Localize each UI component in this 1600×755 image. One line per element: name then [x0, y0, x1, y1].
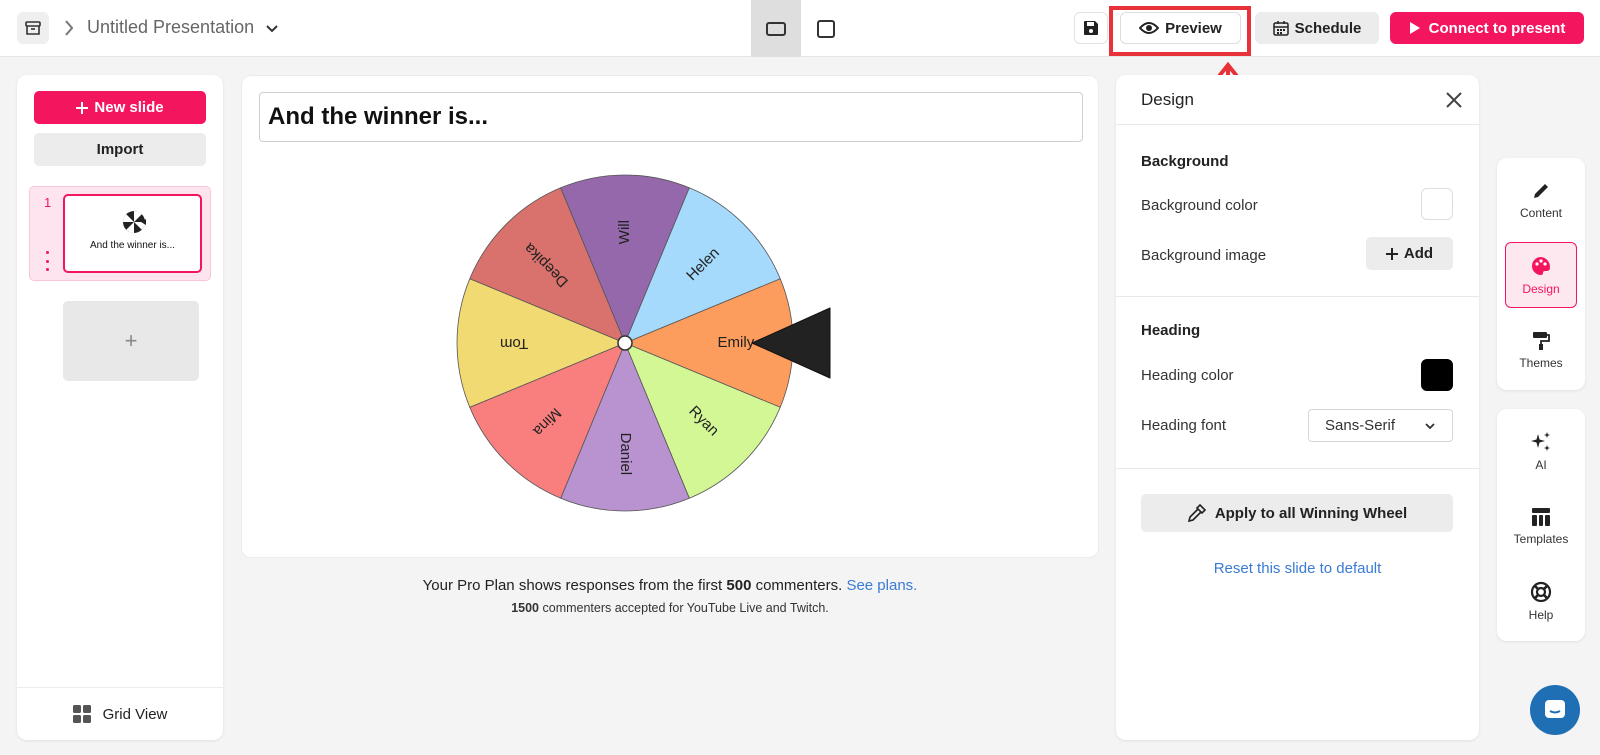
- save-icon: [1084, 21, 1098, 35]
- plan-note-prefix: Your Pro Plan shows responses from the f…: [422, 577, 727, 594]
- lifebuoy-icon: [1530, 581, 1552, 602]
- background-color-swatch[interactable]: [1421, 188, 1453, 220]
- more-options-icon[interactable]: [43, 251, 51, 271]
- connect-to-present-button[interactable]: Connect to present: [1390, 12, 1584, 44]
- heading-font-select[interactable]: Sans-Serif: [1308, 409, 1453, 442]
- slide-item[interactable]: 1 And the winner is...: [29, 186, 211, 281]
- chat-support-button[interactable]: [1530, 685, 1580, 735]
- play-icon: [1409, 22, 1420, 34]
- rail-group-top: Content Design Themes: [1497, 158, 1585, 390]
- chat-icon: [1545, 700, 1565, 718]
- schedule-button[interactable]: Schedule: [1255, 12, 1379, 44]
- top-bar: Untitled Presentation Preview Schedule C…: [0, 0, 1600, 57]
- grid-view-button[interactable]: Grid View: [17, 687, 223, 740]
- save-button[interactable]: [1074, 12, 1108, 44]
- background-color-label: Background color: [1141, 197, 1258, 214]
- rail-design[interactable]: Design: [1505, 242, 1577, 308]
- new-slide-label: New slide: [94, 99, 164, 116]
- rail-content-label: Content: [1519, 205, 1563, 220]
- add-label: Add: [1403, 245, 1434, 262]
- design-panel: Design Background Background color Backg…: [1116, 75, 1479, 740]
- heading-section-title: Heading: [1141, 322, 1201, 339]
- wheel-label-will: Will: [616, 220, 633, 244]
- close-icon[interactable]: [1445, 91, 1463, 109]
- grid-view-label: Grid View: [102, 705, 168, 723]
- schedule-label: Schedule: [1294, 19, 1362, 37]
- divider: [1116, 468, 1479, 469]
- add-slide-button[interactable]: +: [63, 301, 199, 381]
- connect-label: Connect to present: [1428, 19, 1566, 37]
- slide-canvas: And the winner is... Emily Ryan Daniel Mina…: [241, 75, 1099, 558]
- chevron-down-icon: [1425, 422, 1435, 429]
- import-button[interactable]: Import: [34, 133, 206, 166]
- preview-highlight-box: [1109, 6, 1251, 56]
- rail-ai[interactable]: AI: [1505, 418, 1577, 484]
- paint-roller-icon: [1533, 331, 1550, 350]
- eyedropper-icon: [1187, 503, 1206, 523]
- winning-wheel[interactable]: EmilyRyanDanielMinaTomDeepikaWillHelen: [442, 171, 862, 541]
- rail-templates[interactable]: Templates: [1505, 493, 1577, 559]
- plan-sub-text: commenters accepted for YouTube Live and…: [539, 601, 829, 615]
- wheel-label-emily: Emily: [718, 334, 755, 351]
- design-panel-header: Design: [1116, 75, 1479, 125]
- grid-icon: [72, 705, 91, 723]
- pencil-icon: [1534, 183, 1548, 198]
- add-background-image-button[interactable]: Add: [1366, 237, 1453, 270]
- slide-heading-input[interactable]: And the winner is...: [259, 92, 1083, 142]
- wheel-label-daniel: Daniel: [617, 433, 634, 476]
- presentation-title[interactable]: Untitled Presentation: [87, 17, 254, 38]
- plus-icon: [1385, 247, 1398, 260]
- slides-sidebar: New slide Import 1 And the winner is... …: [17, 75, 223, 740]
- plan-subnote: 1500 commenters accepted for YouTube Liv…: [241, 601, 1099, 615]
- slide-caption: And the winner is...: [89, 240, 176, 251]
- archive-icon[interactable]: [17, 12, 49, 44]
- widescreen-view-toggle[interactable]: [751, 0, 801, 57]
- wheel-thumbnail-icon: [122, 210, 146, 234]
- calendar-icon: [1272, 21, 1289, 36]
- rail-templates-label: Templates: [1513, 531, 1569, 546]
- rail-group-bottom: AI Templates Help: [1497, 409, 1585, 641]
- square-view-toggle[interactable]: [801, 0, 851, 57]
- heading-color-swatch[interactable]: [1421, 359, 1453, 391]
- background-section-title: Background: [1141, 153, 1229, 170]
- sparkles-icon: [1531, 431, 1550, 451]
- rail-themes-label: Themes: [1519, 355, 1563, 370]
- slide-thumbnail[interactable]: And the winner is...: [63, 194, 202, 273]
- heading-font-label: Heading font: [1141, 417, 1227, 434]
- plan-note-middle: commenters.: [751, 577, 847, 594]
- background-image-label: Background image: [1141, 247, 1267, 264]
- wheel-hub: [617, 335, 633, 351]
- apply-to-all-button[interactable]: Apply to all Winning Wheel: [1141, 494, 1453, 532]
- plus-icon: [76, 101, 89, 114]
- rail-help[interactable]: Help: [1505, 568, 1577, 634]
- rail-content[interactable]: Content: [1505, 167, 1577, 233]
- heading-font-value: Sans-Serif: [1325, 417, 1396, 434]
- new-slide-button[interactable]: New slide: [34, 91, 206, 124]
- apply-label: Apply to all Winning Wheel: [1214, 504, 1408, 522]
- design-panel-title: Design: [1141, 90, 1194, 109]
- plan-note-count: 500: [726, 577, 752, 594]
- rail-design-label: Design: [1522, 281, 1560, 296]
- plan-sub-count: 1500: [511, 601, 540, 615]
- rail-themes[interactable]: Themes: [1505, 317, 1577, 383]
- chevron-right-icon: [60, 17, 78, 39]
- heading-color-label: Heading color: [1141, 367, 1234, 384]
- see-plans-link[interactable]: See plans.: [846, 577, 917, 594]
- reset-slide-link[interactable]: Reset this slide to default: [1116, 560, 1479, 577]
- divider: [1116, 296, 1479, 297]
- templates-icon: [1532, 507, 1550, 526]
- plan-note: Your Pro Plan shows responses from the f…: [241, 577, 1099, 594]
- rail-help-label: Help: [1528, 607, 1554, 622]
- chevron-down-icon[interactable]: [264, 20, 280, 36]
- wheel-label-tom: Tom: [500, 335, 528, 352]
- rail-ai-label: AI: [1535, 457, 1547, 472]
- palette-icon: [1532, 256, 1551, 275]
- slide-number: 1: [44, 195, 52, 210]
